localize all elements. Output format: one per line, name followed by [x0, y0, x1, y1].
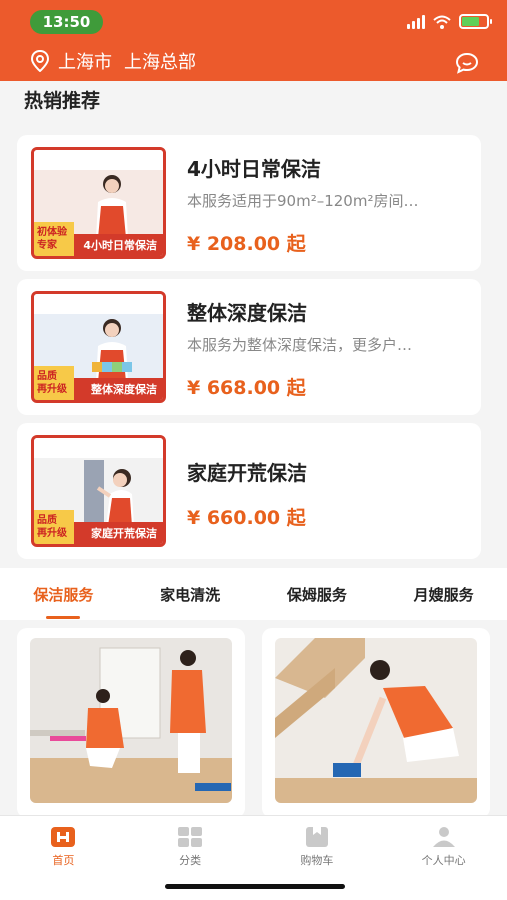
thumbnail-label: 整体深度保洁 [91, 383, 157, 396]
product-card[interactable]: 品质 再升级 家庭开荒保洁 家庭开荒保洁 ¥ 660.00 起 [17, 423, 481, 559]
battery-icon [459, 14, 492, 29]
user-icon [432, 827, 455, 847]
service-tile[interactable] [262, 628, 490, 818]
tab-appliance-cleaning[interactable]: 家电清洗 [156, 584, 224, 605]
home-indicator [165, 884, 345, 889]
product-title: 家庭开荒保洁 [187, 461, 307, 485]
grid-icon [178, 827, 203, 847]
cleaner-illustration [84, 460, 134, 526]
product-card[interactable]: 初体验 专家 4小时日常保洁 4小时日常保洁 本服务适用于90m²–120m²房间… [17, 135, 481, 271]
product-title: 整体深度保洁 [187, 301, 307, 325]
wifi-icon [433, 15, 451, 29]
thumbnail-label: 家庭开荒保洁 [91, 527, 157, 540]
product-badge: 品质 再升级 [34, 510, 74, 544]
product-thumbnail: 品质 再升级 整体深度保洁 [31, 291, 166, 403]
section-title: 热销推荐 [24, 90, 101, 112]
product-thumbnail: 品质 再升级 家庭开荒保洁 [31, 435, 166, 547]
service-grid [17, 628, 491, 818]
thumbnail-label: 4小时日常保洁 [83, 239, 157, 252]
tab-maternity[interactable]: 月嫂服务 [410, 584, 478, 605]
branch-label: 上海总部 [124, 52, 196, 73]
nav-category-label: 分类 [179, 854, 202, 867]
city-label: 上海市 [58, 52, 112, 73]
service-photo [275, 638, 477, 803]
product-price: ¥ 208.00 起 [187, 233, 306, 255]
product-price: ¥ 660.00 起 [187, 507, 306, 529]
location-pin-icon [30, 50, 50, 72]
signal-icon [407, 14, 425, 29]
product-thumbnail: 初体验 专家 4小时日常保洁 [31, 147, 166, 259]
cart-icon [305, 827, 328, 847]
tab-nanny[interactable]: 保姆服务 [283, 584, 351, 605]
cleaner-illustration [96, 175, 128, 238]
service-tile[interactable] [17, 628, 245, 818]
product-badge: 初体验 专家 [34, 222, 74, 256]
product-price: ¥ 668.00 起 [187, 377, 306, 399]
nav-home[interactable]: 首页 [13, 816, 113, 900]
chat-icon[interactable] [455, 52, 479, 74]
service-photo [30, 638, 232, 803]
product-badge: 品质 再升级 [34, 366, 74, 400]
category-tabs: 保洁服务 家电清洗 保姆服务 月嫂服务 [0, 568, 507, 620]
nav-cart-label: 购物车 [300, 854, 334, 867]
product-description: 本服务适用于90m²–120m²房间… [187, 192, 419, 210]
product-title: 4小时日常保洁 [187, 157, 321, 181]
nav-profile[interactable]: 个人中心 [394, 816, 494, 900]
home-icon [51, 827, 76, 847]
location-selector[interactable]: 上海市 上海总部 [30, 48, 196, 74]
status-icons [407, 14, 492, 29]
product-description: 本服务为整体深度保洁，更多户… [187, 336, 413, 354]
header: 13:50 上海市 上海总部 [0, 0, 507, 81]
product-card[interactable]: 品质 再升级 整体深度保洁 整体深度保洁 本服务为整体深度保洁，更多户… ¥ 66… [17, 279, 481, 415]
status-time: 13:50 [30, 10, 103, 34]
cleaner-illustration [92, 319, 132, 382]
tab-cleaning[interactable]: 保洁服务 [29, 584, 97, 605]
nav-home-label: 首页 [52, 854, 75, 867]
nav-profile-label: 个人中心 [421, 854, 466, 867]
